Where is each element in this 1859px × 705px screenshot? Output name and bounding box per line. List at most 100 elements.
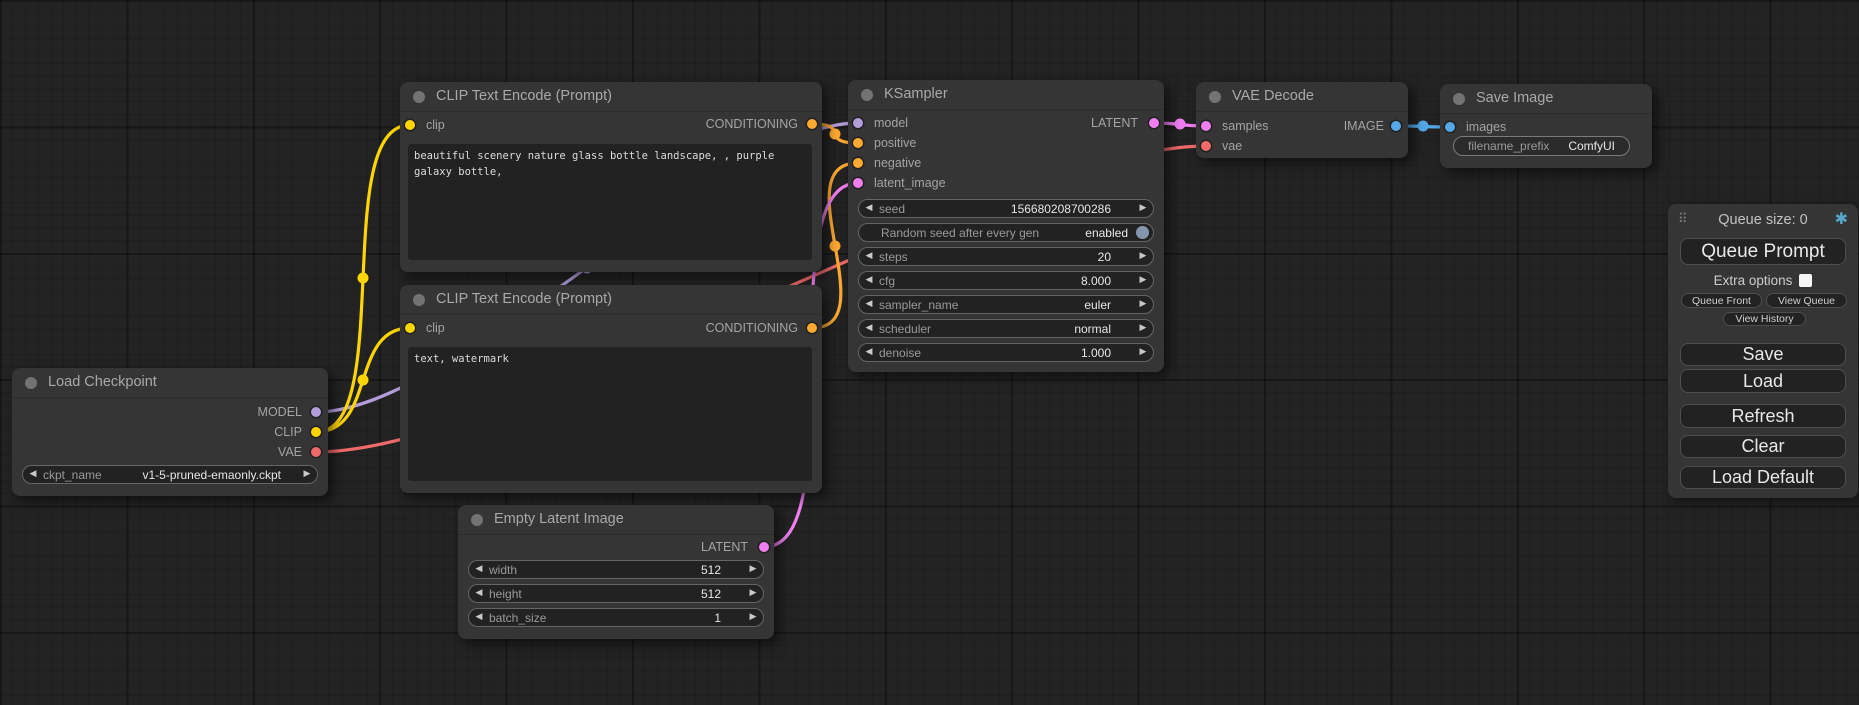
input-port-negative[interactable]: [853, 158, 863, 168]
refresh-button[interactable]: Refresh: [1680, 404, 1846, 428]
widget-cfg[interactable]: ◀ cfg 8.000 ▶: [858, 271, 1154, 290]
increment-icon[interactable]: ▶: [297, 466, 317, 483]
widget-seed[interactable]: ◀ seed 156680208700286 ▶: [858, 199, 1154, 218]
decrement-icon[interactable]: ◀: [469, 609, 489, 626]
input-port-positive[interactable]: [853, 138, 863, 148]
widget-label: scheduler: [879, 322, 931, 336]
positive-prompt-textarea[interactable]: beautiful scenery nature glass bottle la…: [408, 144, 812, 260]
collapse-dot-icon[interactable]: [1453, 93, 1465, 105]
gear-icon[interactable]: ✱: [1835, 209, 1848, 228]
increment-icon[interactable]: ▶: [743, 585, 763, 602]
widget-random-seed-toggle[interactable]: Random seed after every gen enabled: [858, 223, 1154, 242]
decrement-icon[interactable]: ◀: [859, 320, 879, 337]
input-label-latent-image: latent_image: [874, 174, 946, 192]
increment-icon[interactable]: ▶: [1133, 344, 1153, 361]
widget-value: v1-5-pruned-emaonly.ckpt: [142, 468, 285, 482]
input-port-clip[interactable]: [405, 323, 415, 333]
widget-filename-prefix[interactable]: filename_prefix ComfyUI: [1453, 136, 1630, 156]
increment-icon[interactable]: ▶: [1133, 272, 1153, 289]
output-port-model[interactable]: [311, 407, 321, 417]
node-vae-decode[interactable]: VAE Decode samples vae IMAGE: [1196, 82, 1408, 158]
node-empty-latent-image[interactable]: Empty Latent Image LATENT ◀ width 512 ▶ …: [458, 505, 774, 639]
increment-icon[interactable]: ▶: [1133, 248, 1153, 265]
collapse-dot-icon[interactable]: [25, 377, 37, 389]
input-port-vae[interactable]: [1201, 141, 1211, 151]
output-port-conditioning[interactable]: [807, 323, 817, 333]
node-clip-text-encode-positive[interactable]: CLIP Text Encode (Prompt) clip CONDITION…: [400, 82, 822, 272]
widget-sampler-name[interactable]: ◀ sampler_name euler ▶: [858, 295, 1154, 314]
output-label-conditioning: CONDITIONING: [706, 115, 798, 133]
node-ksampler[interactable]: KSampler model positive negative latent_…: [848, 80, 1164, 372]
increment-icon[interactable]: ▶: [743, 609, 763, 626]
widget-value: 512: [701, 563, 725, 577]
decrement-icon[interactable]: ◀: [859, 344, 879, 361]
view-history-button[interactable]: View History: [1723, 312, 1806, 326]
node-title: VAE Decode: [1232, 88, 1314, 104]
input-port-images[interactable]: [1445, 122, 1455, 132]
save-button[interactable]: Save: [1680, 343, 1846, 366]
queue-prompt-button[interactable]: Queue Prompt: [1680, 238, 1846, 265]
widget-batch-size[interactable]: ◀ batch_size 1 ▶: [468, 608, 764, 627]
widget-denoise[interactable]: ◀ denoise 1.000 ▶: [858, 343, 1154, 362]
input-port-model[interactable]: [853, 118, 863, 128]
queue-panel[interactable]: ⠿ Queue size: 0 ✱ Queue Prompt Extra opt…: [1668, 204, 1858, 498]
node-load-checkpoint[interactable]: Load Checkpoint MODEL CLIP VAE ◀ ckpt_na…: [12, 368, 328, 496]
input-label-images: images: [1466, 118, 1506, 136]
decrement-icon[interactable]: ◀: [469, 561, 489, 578]
node-title-bar: Load Checkpoint: [12, 368, 328, 398]
node-title-bar: CLIP Text Encode (Prompt): [400, 285, 822, 315]
view-queue-button[interactable]: View Queue: [1766, 293, 1847, 308]
output-port-clip[interactable]: [311, 427, 321, 437]
queue-size-label: Queue size: 0: [1668, 212, 1858, 228]
extra-options-checkbox[interactable]: [1799, 274, 1812, 287]
increment-icon[interactable]: ▶: [1133, 200, 1153, 217]
output-port-latent[interactable]: [1149, 118, 1159, 128]
collapse-dot-icon[interactable]: [1209, 91, 1221, 103]
widget-scheduler[interactable]: ◀ scheduler normal ▶: [858, 319, 1154, 338]
output-port-conditioning[interactable]: [807, 119, 817, 129]
wire-midpoint-dot: [830, 241, 841, 252]
widget-value: 156680208700286: [1011, 202, 1115, 216]
increment-icon[interactable]: ▶: [1133, 296, 1153, 313]
decrement-icon[interactable]: ◀: [469, 585, 489, 602]
collapse-dot-icon[interactable]: [471, 514, 483, 526]
output-label-clip: CLIP: [274, 423, 302, 441]
widget-label: seed: [879, 202, 905, 216]
node-clip-text-encode-negative[interactable]: CLIP Text Encode (Prompt) clip CONDITION…: [400, 285, 822, 493]
output-port-latent[interactable]: [759, 542, 769, 552]
output-label-vae: VAE: [278, 443, 302, 461]
decrement-icon[interactable]: ◀: [859, 200, 879, 217]
increment-icon[interactable]: ▶: [743, 561, 763, 578]
output-label-latent: LATENT: [701, 538, 748, 556]
widget-label: denoise: [879, 346, 921, 360]
input-port-samples[interactable]: [1201, 121, 1211, 131]
negative-prompt-textarea[interactable]: text, watermark: [408, 347, 812, 481]
decrement-icon[interactable]: ◀: [23, 466, 43, 483]
queue-front-button[interactable]: Queue Front: [1681, 293, 1762, 308]
collapse-dot-icon[interactable]: [413, 294, 425, 306]
output-port-image[interactable]: [1391, 121, 1401, 131]
load-button[interactable]: Load: [1680, 369, 1846, 393]
extra-options-row: Extra options: [1680, 273, 1846, 288]
widget-label: filename_prefix: [1468, 139, 1549, 153]
decrement-icon[interactable]: ◀: [859, 272, 879, 289]
collapse-dot-icon[interactable]: [861, 89, 873, 101]
comfyui-canvas[interactable]: { "icons": { "arrow_left": "◀", "arrow_r…: [0, 0, 1859, 705]
decrement-icon[interactable]: ◀: [859, 248, 879, 265]
widget-width[interactable]: ◀ width 512 ▶: [468, 560, 764, 579]
widget-ckpt-name[interactable]: ◀ ckpt_name v1-5-pruned-emaonly.ckpt ▶: [22, 465, 318, 484]
increment-icon[interactable]: ▶: [1133, 320, 1153, 337]
decrement-icon[interactable]: ◀: [859, 296, 879, 313]
load-default-button[interactable]: Load Default: [1680, 466, 1846, 489]
widget-height[interactable]: ◀ height 512 ▶: [468, 584, 764, 603]
widget-steps[interactable]: ◀ steps 20 ▶: [858, 247, 1154, 266]
toggle-dot-icon[interactable]: [1136, 226, 1149, 239]
input-port-latent-image[interactable]: [853, 178, 863, 188]
input-port-clip[interactable]: [405, 120, 415, 130]
output-port-vae[interactable]: [311, 447, 321, 457]
output-label-conditioning: CONDITIONING: [706, 319, 798, 337]
collapse-dot-icon[interactable]: [413, 91, 425, 103]
input-label-samples: samples: [1222, 117, 1269, 135]
clear-button[interactable]: Clear: [1680, 435, 1846, 458]
node-save-image[interactable]: Save Image images filename_prefix ComfyU…: [1440, 84, 1652, 168]
